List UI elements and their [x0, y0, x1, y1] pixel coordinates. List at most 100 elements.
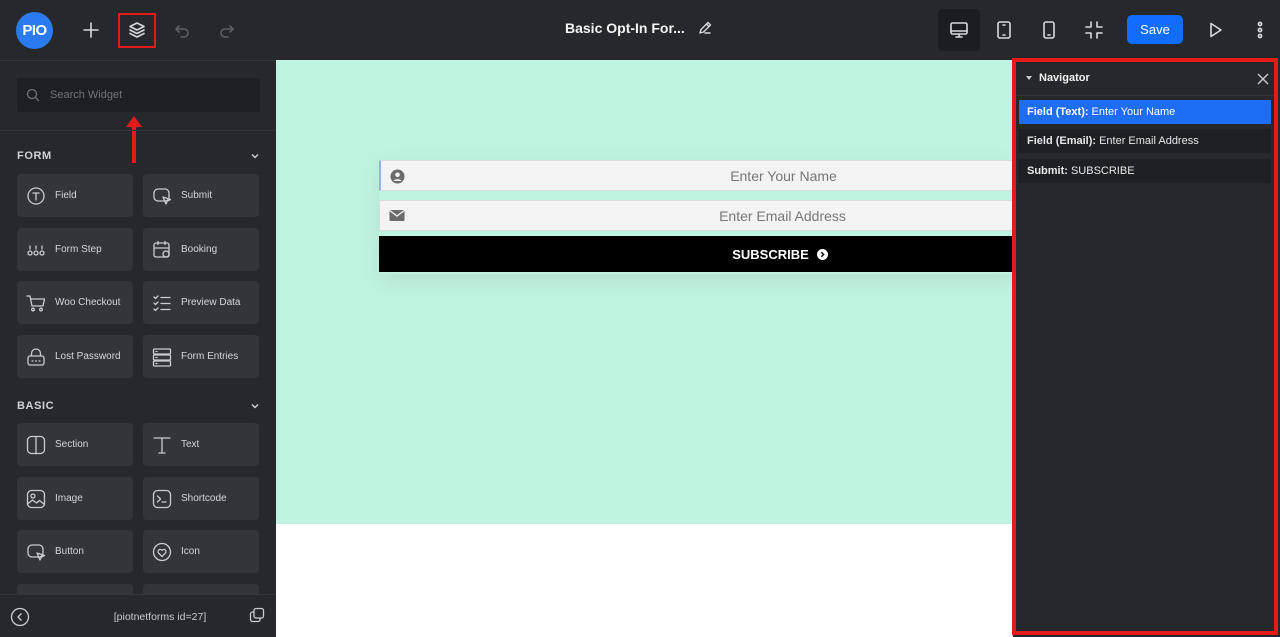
checklist-icon	[143, 293, 181, 313]
widget-section[interactable]: Section	[17, 423, 133, 466]
subscribe-button[interactable]: SUBSCRIBE	[379, 236, 1013, 272]
section-title: FORM	[17, 150, 52, 162]
heart-icon	[143, 542, 181, 562]
search-widget-input[interactable]	[50, 78, 250, 112]
form-section-background[interactable]	[276, 60, 1013, 524]
shortcode-text: [piotnetforms id=27]	[113, 611, 207, 623]
redo-icon	[220, 25, 234, 38]
close-icon	[1257, 73, 1269, 85]
mobile-icon	[1043, 21, 1055, 39]
desktop-view-button[interactable]	[942, 14, 976, 46]
lock-icon	[17, 347, 55, 367]
widget-label: Field	[55, 190, 77, 201]
chevron-down-icon	[251, 154, 259, 159]
edit-title-button[interactable]	[697, 20, 715, 38]
app-logo[interactable]: PIO	[16, 12, 53, 49]
widget-shortcode[interactable]: Shortcode	[143, 477, 259, 520]
undo-icon	[175, 25, 189, 38]
booking-icon	[143, 240, 181, 260]
navigator-title: Navigator	[1039, 72, 1090, 84]
name-field[interactable]	[379, 160, 1013, 191]
widget-woo-checkout[interactable]: Woo Checkout	[17, 281, 133, 324]
form-step-icon	[17, 240, 55, 260]
subscribe-label: SUBSCRIBE	[732, 246, 809, 262]
image-icon	[17, 489, 55, 509]
nav-item-value: Enter Email Address	[1099, 135, 1199, 147]
widget-label: Icon	[181, 546, 200, 557]
cart-icon	[17, 293, 55, 313]
navigator-item-email-field[interactable]: Field (Email): Enter Email Address	[1019, 129, 1271, 153]
widget-label: Section	[55, 439, 89, 450]
name-input[interactable]	[411, 161, 1013, 190]
close-navigator-button[interactable]	[1256, 72, 1270, 86]
widget-submit[interactable]: Submit	[143, 174, 259, 217]
document-title: Basic Opt-In For...	[565, 20, 685, 36]
widget-icon[interactable]: Icon	[143, 530, 259, 573]
widget-label: Button	[55, 546, 84, 557]
widget-sidebar: FORM Field Submit Form Step Booking Woo …	[0, 60, 276, 637]
widget-booking[interactable]: Booking	[143, 228, 259, 271]
widget-label: Form Entries	[181, 351, 239, 362]
minimize-icon	[1085, 21, 1103, 39]
shortcode-icon	[143, 489, 181, 509]
section-title: BASIC	[17, 400, 55, 412]
widget-preview-data[interactable]: Preview Data	[143, 281, 259, 324]
copy-shortcode-button[interactable]	[249, 607, 267, 625]
add-widget-button[interactable]	[74, 14, 108, 46]
tablet-icon	[997, 21, 1011, 39]
top-toolbar: PIO Basic Opt-In For... Save	[0, 0, 1280, 60]
widget-button[interactable]: Button	[17, 530, 133, 573]
mobile-view-button[interactable]	[1032, 14, 1066, 46]
more-vertical-icon	[1257, 21, 1263, 39]
chevron-left-circle-icon	[10, 607, 30, 627]
email-input[interactable]	[410, 201, 1013, 230]
save-button[interactable]: Save	[1127, 15, 1183, 44]
section-icon	[17, 435, 55, 455]
button-icon	[17, 542, 55, 562]
navigator-highlight-box	[118, 13, 156, 48]
optin-form: SUBSCRIBE	[379, 160, 1013, 274]
search-icon	[26, 88, 40, 102]
redo-button[interactable]	[210, 14, 244, 46]
navigator-header: Navigator	[1016, 62, 1274, 96]
widget-label: Form Step	[55, 244, 102, 255]
preview-button[interactable]	[1198, 14, 1232, 46]
widget-label: Booking	[181, 244, 218, 255]
collapse-sidebar-button[interactable]	[10, 607, 30, 627]
widget-label: Lost Password	[55, 351, 121, 362]
user-circle-icon	[390, 169, 405, 189]
nav-item-type: Field (Text):	[1027, 106, 1089, 118]
email-field[interactable]	[379, 200, 1013, 231]
field-icon	[17, 186, 55, 206]
widget-label: Image	[55, 493, 83, 504]
undo-button[interactable]	[165, 14, 199, 46]
section-header-form[interactable]: FORM	[17, 148, 260, 164]
submit-icon	[143, 186, 181, 206]
entries-icon	[143, 347, 181, 367]
widget-field[interactable]: Field	[17, 174, 133, 217]
envelope-icon	[389, 209, 405, 227]
widget-text[interactable]: Text	[143, 423, 259, 466]
nav-item-type: Submit:	[1027, 165, 1068, 177]
section-header-basic[interactable]: BASIC	[17, 398, 260, 414]
arrow-right-circle-icon	[816, 248, 828, 260]
widget-form-step[interactable]: Form Step	[17, 228, 133, 271]
navigator-item-submit[interactable]: Submit: SUBSCRIBE	[1019, 159, 1271, 183]
nav-item-value: SUBSCRIBE	[1070, 165, 1135, 177]
plus-icon	[83, 22, 99, 38]
widget-form-entries[interactable]: Form Entries	[143, 335, 259, 378]
tablet-view-button[interactable]	[987, 14, 1021, 46]
desktop-icon	[950, 22, 968, 38]
more-options-button[interactable]	[1243, 14, 1277, 46]
caret-down-icon[interactable]	[1026, 76, 1032, 80]
navigator-item-name-field[interactable]: Field (Text): Enter Your Name	[1019, 100, 1271, 124]
nav-item-type: Field (Email):	[1027, 135, 1097, 147]
copy-icon	[249, 607, 265, 623]
collapse-view-button[interactable]	[1077, 14, 1111, 46]
app-window: PIO Basic Opt-In For... Save Search Widg…	[0, 0, 1280, 637]
search-box	[17, 78, 260, 112]
widget-image[interactable]: Image	[17, 477, 133, 520]
text-icon	[143, 435, 181, 455]
widget-label: Preview Data	[181, 297, 241, 308]
widget-lost-password[interactable]: Lost Password	[17, 335, 133, 378]
